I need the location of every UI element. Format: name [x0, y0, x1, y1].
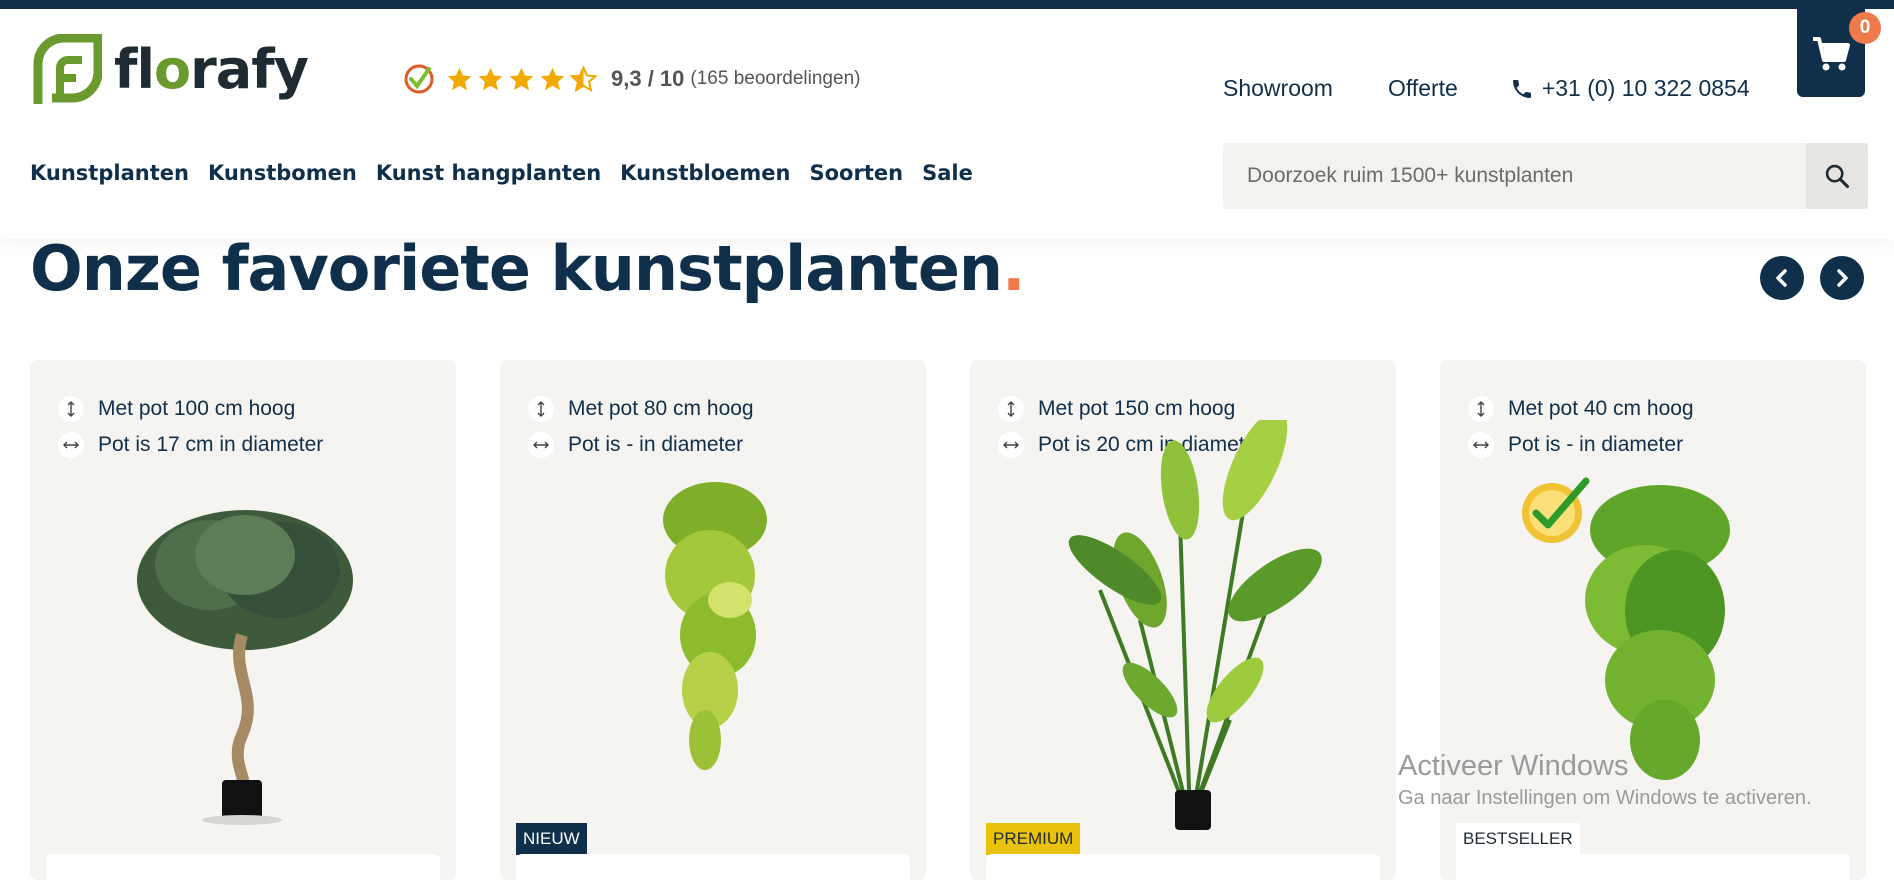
logo-wordmark: florafy	[114, 38, 309, 101]
product-card[interactable]: Met pot 150 cm hoog Pot is 20 cm in diam…	[970, 360, 1396, 880]
watermark-title: Activeer Windows	[1398, 750, 1629, 782]
logo-leaf-icon	[33, 34, 102, 104]
vertical-arrows-icon	[998, 396, 1024, 422]
search-button[interactable]	[1806, 143, 1868, 209]
spec-diameter: Pot is 17 cm in diameter	[58, 432, 323, 458]
nav-item-kunst-hangplanten[interactable]: Kunst hangplanten	[376, 161, 601, 185]
chevron-right-icon	[1837, 269, 1848, 287]
spec-height-text: Met pot 40 cm hoog	[1508, 397, 1694, 420]
search-icon	[1825, 164, 1850, 189]
spec-height: Met pot 80 cm hoog	[528, 396, 754, 422]
nav-item-kunstbomen[interactable]: Kunstbomen	[208, 161, 357, 185]
nav-item-sale[interactable]: Sale	[922, 161, 973, 185]
cart-count-badge: 0	[1849, 12, 1881, 44]
chevron-left-icon	[1776, 269, 1787, 287]
product-image-strelitzia	[1068, 420, 1322, 830]
spec-height-text: Met pot 150 cm hoog	[1038, 397, 1236, 420]
nav-item-kunstplanten[interactable]: Kunstplanten	[30, 161, 189, 185]
spec-height: Met pot 100 cm hoog	[58, 396, 295, 422]
badge-premium: PREMIUM	[986, 823, 1081, 855]
nav-item-kunstbloemen[interactable]: Kunstbloemen	[620, 161, 790, 185]
badge-nieuw: NIEUW	[516, 823, 587, 855]
spec-diameter-text: Pot is - in diameter	[1508, 433, 1684, 456]
spec-height: Met pot 150 cm hoog	[998, 396, 1235, 422]
card-footer	[986, 854, 1380, 880]
star-half-icon	[570, 65, 597, 92]
spec-diameter-text: Pot is - in diameter	[568, 433, 744, 456]
spec-height-text: Met pot 80 cm hoog	[568, 397, 754, 420]
horizontal-arrows-icon	[58, 432, 84, 458]
horizontal-arrows-icon	[1468, 432, 1494, 458]
top-accent-bar	[0, 0, 1894, 9]
section-title: Onze favoriete kunstplanten.	[30, 232, 1026, 305]
rating-review-count: (165 beoordelingen)	[690, 68, 861, 89]
spec-diameter-text: Pot is 17 cm in diameter	[98, 433, 324, 456]
offerte-link[interactable]: Offerte	[1388, 75, 1458, 102]
horizontal-arrows-icon	[528, 432, 554, 458]
windows-activation-watermark: Activeer Windows Ga naar Instellingen om…	[1398, 750, 1812, 810]
product-image-hanging-plant	[1585, 485, 1730, 780]
rating-score: 9,3 / 10	[611, 66, 685, 91]
rating-widget[interactable]: 9,3 / 10 (165 beoordelingen)	[404, 64, 860, 94]
watermark-subtitle: Ga naar Instellingen om Windows te activ…	[1398, 787, 1812, 809]
phone-link[interactable]: +31 (0) 10 322 0854	[1510, 75, 1750, 102]
horizontal-arrows-icon	[998, 432, 1024, 458]
badge-bestseller: BESTSELLER	[1456, 823, 1580, 855]
utility-nav: Showroom Offerte +31 (0) 10 322 0854	[1223, 75, 1750, 102]
product-card[interactable]: Met pot 100 cm hoog Pot is 17 cm in diam…	[30, 360, 456, 880]
search-input[interactable]	[1223, 143, 1803, 209]
star-full-icon	[478, 67, 503, 90]
product-card[interactable]: Met pot 80 cm hoog Pot is - in diameter …	[500, 360, 926, 880]
kiyoh-checkmark-icon	[404, 64, 434, 94]
star-full-icon	[540, 67, 565, 90]
cart-button[interactable]: 0	[1797, 0, 1881, 97]
card-footer	[1456, 854, 1850, 880]
nav-item-soorten[interactable]: Soorten	[810, 161, 904, 185]
spec-height-text: Met pot 100 cm hoog	[98, 397, 296, 420]
florafy-logo[interactable]: florafy	[30, 34, 309, 106]
site-header: florafy 9,3 / 10 (165 beoordelingen) Sho…	[0, 9, 1894, 239]
vertical-arrows-icon	[528, 396, 554, 422]
phone-icon	[1512, 79, 1531, 98]
search-bar	[1223, 143, 1868, 209]
spec-diameter: Pot is - in diameter	[1468, 432, 1683, 458]
cart-icon	[1813, 36, 1850, 70]
card-footer	[46, 854, 440, 880]
star-full-icon	[447, 67, 472, 90]
star-full-icon	[509, 67, 534, 90]
product-image-hanging-pothos	[663, 482, 767, 770]
vertical-arrows-icon	[58, 396, 84, 422]
spec-height: Met pot 40 cm hoog	[1468, 396, 1694, 422]
card-footer	[516, 854, 910, 880]
vertical-arrows-icon	[1468, 396, 1494, 422]
spec-diameter: Pot is - in diameter	[528, 432, 743, 458]
main-nav: Kunstplanten Kunstbomen Kunst hangplante…	[30, 161, 992, 185]
carousel-prev-button[interactable]	[1760, 256, 1804, 300]
product-image-ficus-tree	[137, 510, 353, 825]
carousel-next-button[interactable]	[1820, 256, 1864, 300]
rating-stars	[446, 65, 597, 93]
phone-number: +31 (0) 10 322 0854	[1541, 75, 1750, 101]
showroom-link[interactable]: Showroom	[1223, 75, 1333, 102]
